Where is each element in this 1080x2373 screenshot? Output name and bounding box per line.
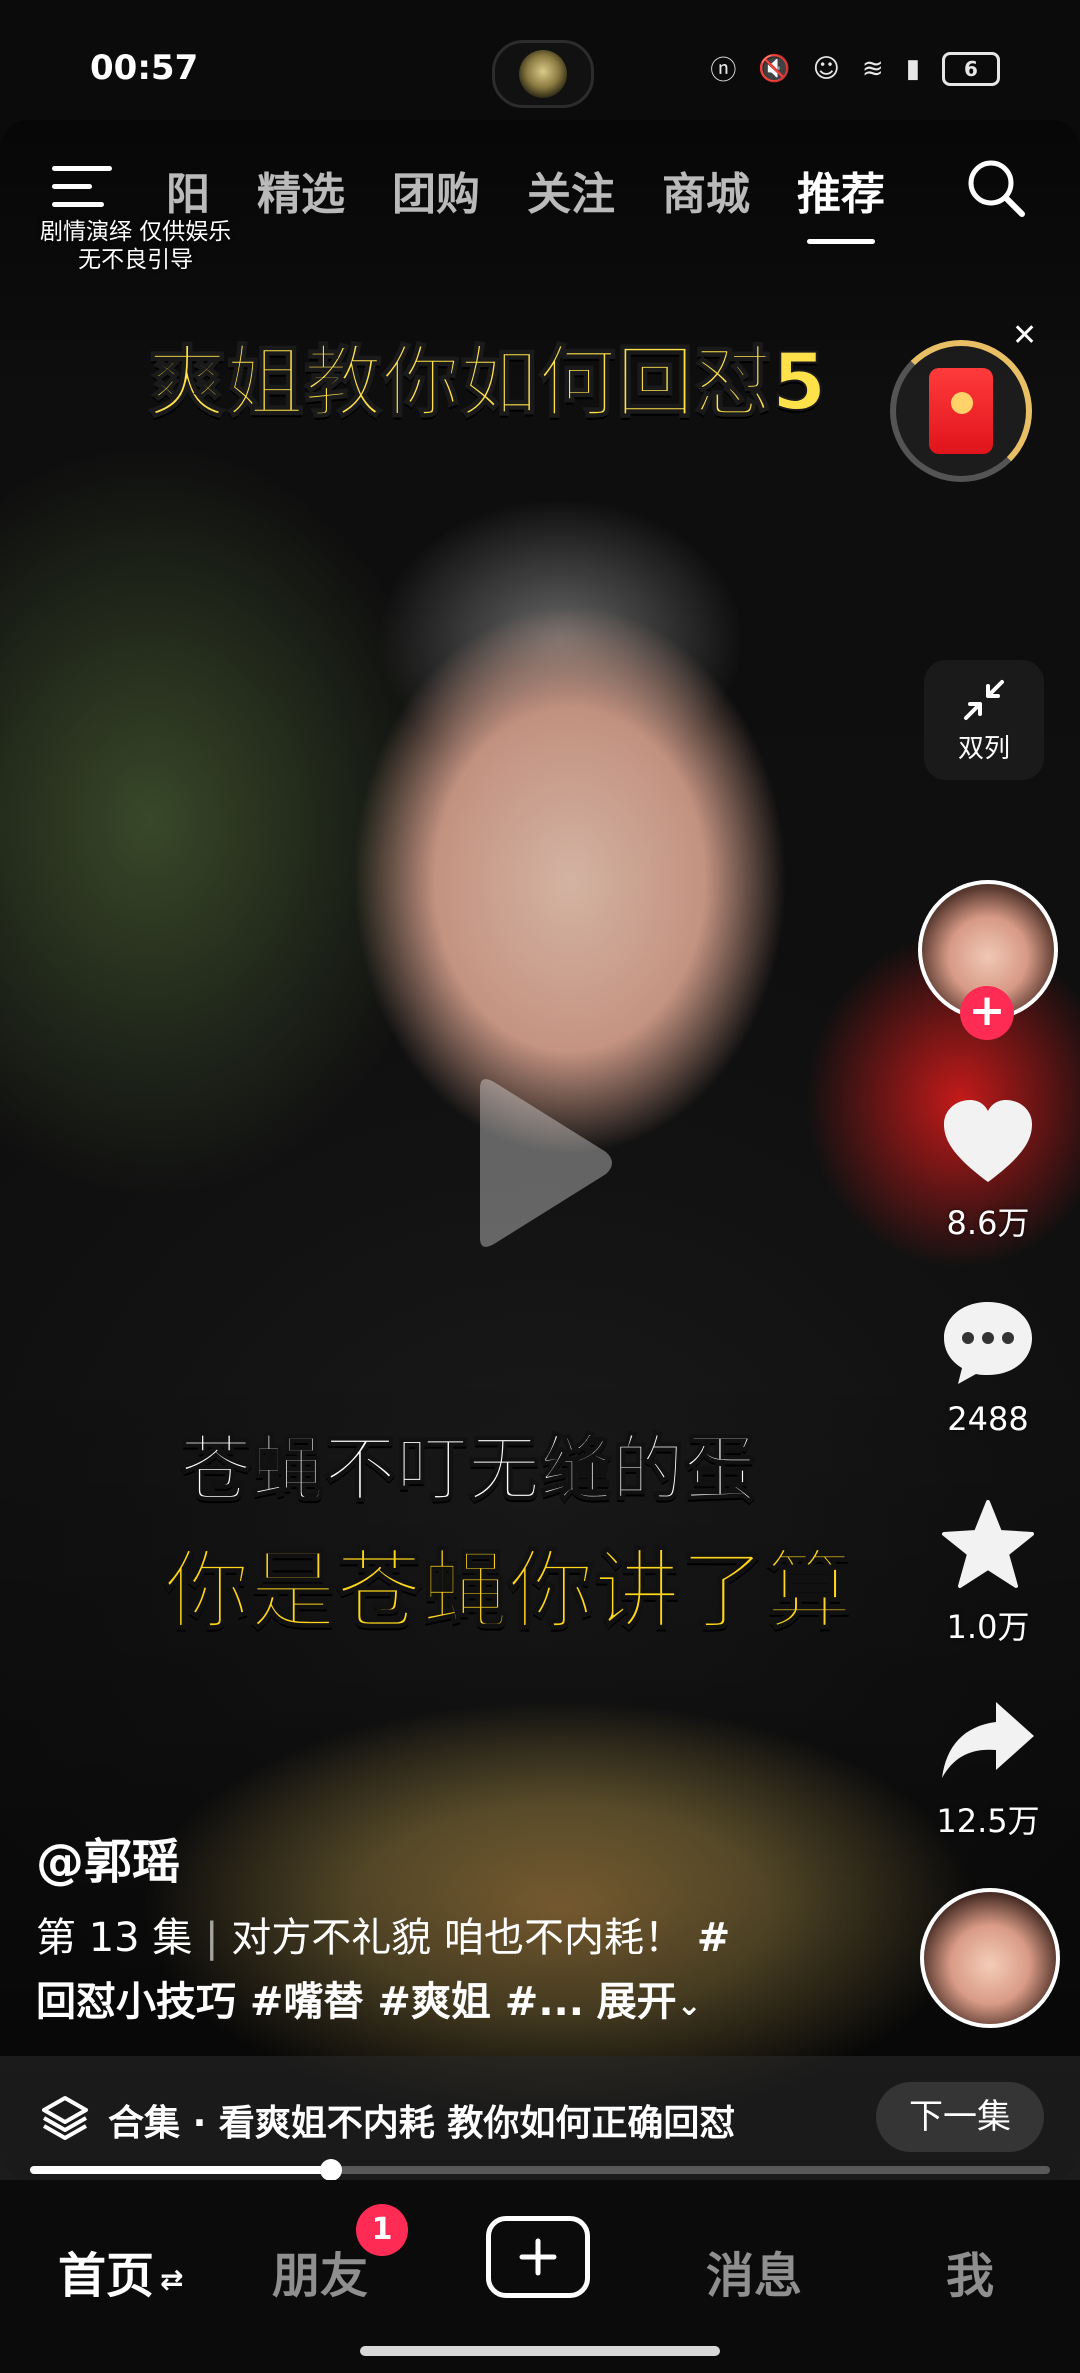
disclaimer: 剧情演绎 仅供娱乐 无不良引导 [40,218,231,274]
description-text: 对方不礼貌 咱也不内耗！ [231,1915,684,1961]
dual-column-label: 双列 [957,733,1010,764]
nav-friends[interactable]: 朋友 [272,2236,368,2306]
nfc-icon: ⓝ [710,56,737,86]
flashlight-icon [519,50,567,98]
plus-icon [519,2238,557,2276]
disclaimer-line1: 剧情演绎 仅供娱乐 [40,219,232,245]
wifi-icon: ≋ [861,53,884,84]
comment-count: 2488 [947,1400,1029,1438]
collection-title: 合集 · 看爽姐不内耗 教你如何正确回怼 [108,2094,735,2146]
friends-badge: 1 [356,2204,408,2256]
tab-following[interactable]: 关注 [527,158,615,222]
tab-recommended[interactable]: 推荐 [797,158,885,244]
tab-local[interactable]: 阳 [166,158,210,222]
red-packet-icon [929,368,993,454]
status-icons: ⓝ 🔇 ☺ ≋ ▮ 6 [710,50,1000,87]
nav-home[interactable]: 首页 ⇄ [58,2236,183,2306]
mute-icon: 🔇 [758,53,791,84]
subtitle-line-2: 你是苍蝇你讲了算 [163,1540,853,1642]
episode-thumbnail[interactable] [920,1888,1060,2028]
follow-button[interactable]: + [960,986,1014,1040]
comment-icon [944,1302,1032,1384]
close-icon[interactable]: ✕ [1012,318,1037,353]
tab-group-buy[interactable]: 团购 [392,158,480,222]
nav-home-label: 首页 [58,2248,155,2304]
expand-button[interactable]: 展开⌄ [597,1979,702,2025]
layers-icon [42,2096,88,2140]
video-title-overlay: 爽姐教你如何回怼5 [147,337,827,429]
favorite-button[interactable]: 1.0万 [918,1498,1058,1648]
red-packet-button[interactable] [890,340,1032,482]
disclaimer-line2: 无不良引导 [78,247,194,273]
tab-featured[interactable]: 精选 [257,158,345,222]
status-time: 00:57 [90,48,199,88]
play-icon[interactable] [460,1068,620,1258]
share-count: 12.5万 [936,1802,1040,1840]
star-icon [942,1500,1034,1588]
share-arrow-icon [942,1702,1034,1778]
hashtag-lead: # [696,1915,731,1961]
collapse-arrows-icon [964,679,1004,720]
hashtags[interactable]: 回怼小技巧 #嘴替 #爽姐 #... [36,1979,584,2025]
heart-icon [944,1100,1032,1182]
progress-handle[interactable] [319,2159,342,2181]
post-description[interactable]: 第 13 集 | 对方不礼貌 咱也不内耗！ # 回怼小技巧 #嘴替 #爽姐 #.… [36,1906,896,2038]
chevron-down-icon: ⌄ [676,1988,702,2023]
collection-bar[interactable]: 合集 · 看爽姐不内耗 教你如何正确回怼 下一集 [0,2056,1080,2180]
bottom-nav: 首页 ⇄ 朋友 1 消息 我 [0,2180,1080,2373]
share-button[interactable]: 12.5万 [918,1698,1058,1842]
collection-name: 看爽姐不内耗 教你如何正确回怼 [218,2103,736,2144]
app-screen: 00:57 ⓝ 🔇 ☺ ≋ ▮ 6 阳 精选 团购 关注 商城 推荐 剧情演绎 … [0,0,1080,2373]
next-episode-button[interactable]: 下一集 [876,2082,1044,2152]
signal-icon: ▮ [905,53,920,84]
like-button[interactable]: 8.6万 [918,1098,1058,1244]
collection-label: 合集 [108,2103,181,2144]
dual-column-button[interactable]: 双列 [924,660,1044,780]
like-count: 8.6万 [946,1204,1030,1242]
episode-number: 第 13 集 [36,1915,193,1961]
menu-icon[interactable] [52,166,112,212]
battery-icon: 6 [942,51,1000,86]
flashlight-pill[interactable] [492,40,594,108]
status-bar: 00:57 ⓝ 🔇 ☺ ≋ ▮ 6 [0,0,1080,120]
top-tabs: 阳 精选 团购 关注 商城 推荐 [166,158,885,244]
nav-messages[interactable]: 消息 [706,2236,802,2306]
status-cat-icon: ☺ [812,53,840,84]
swap-icon: ⇄ [160,2262,184,2296]
favorite-count: 1.0万 [946,1608,1030,1646]
collection-separator: · [192,2103,207,2144]
comment-button[interactable]: 2488 [918,1298,1058,1438]
home-indicator [360,2346,720,2356]
search-icon[interactable] [964,156,1028,220]
progress-fill [30,2166,331,2174]
tab-mall[interactable]: 商城 [662,158,750,222]
subtitle-line-1: 苍蝇不叮无缝的蛋 [179,1426,757,1512]
author-name[interactable]: @郭瑶 [36,1822,180,1892]
progress-bar[interactable] [30,2159,1050,2181]
create-button[interactable] [486,2216,590,2298]
nav-me[interactable]: 我 [946,2236,994,2306]
